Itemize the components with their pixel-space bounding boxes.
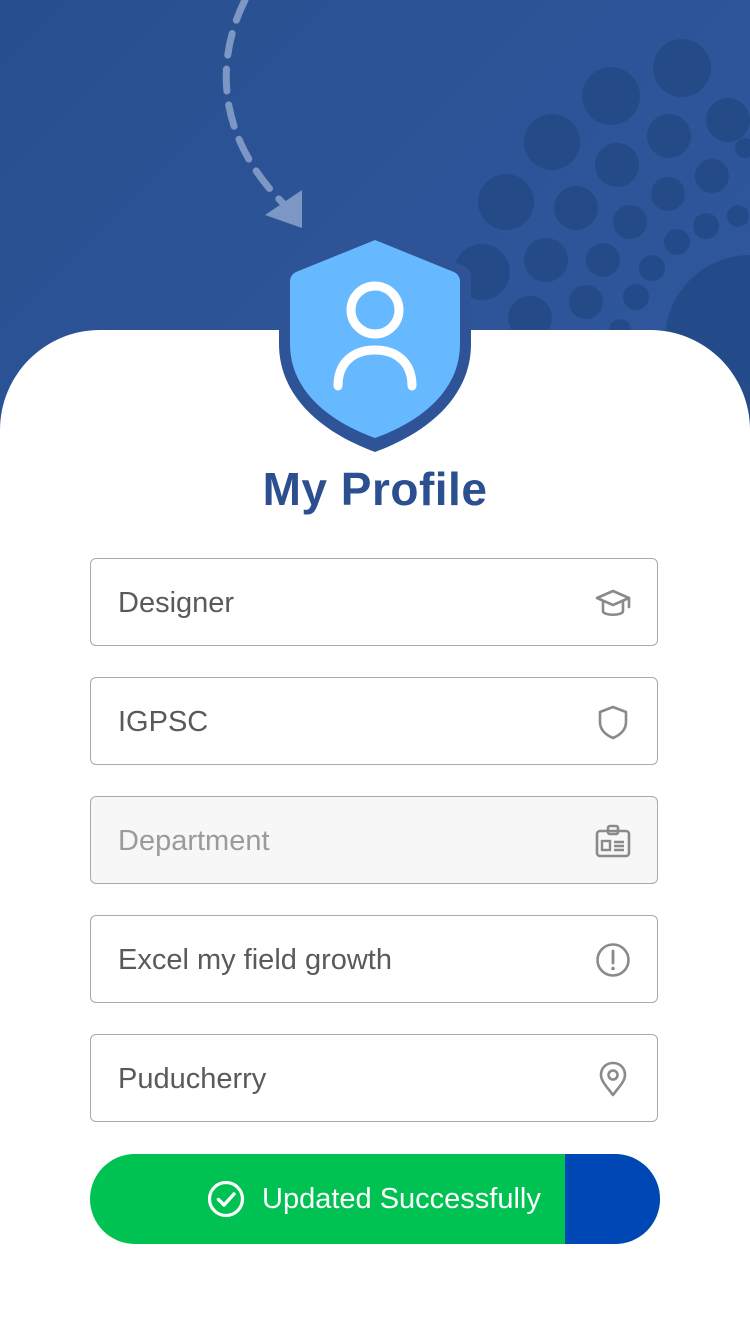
designation-field[interactable]: Designer	[90, 558, 658, 646]
graduation-cap-icon	[595, 585, 631, 621]
update-status-label: Updated Successfully	[262, 1183, 541, 1215]
profile-shield-icon	[274, 226, 476, 456]
alert-circle-icon	[595, 942, 631, 978]
location-value: Puducherry	[118, 1063, 267, 1095]
map-pin-icon	[595, 1061, 631, 1097]
shield-icon	[595, 704, 631, 740]
organization-value: IGPSC	[118, 706, 209, 738]
check-circle-icon	[207, 1180, 245, 1218]
goal-field[interactable]: Excel my field growth	[90, 915, 658, 1003]
location-field[interactable]: Puducherry	[90, 1034, 658, 1122]
update-status-button[interactable]: Updated Successfully	[90, 1154, 660, 1244]
designation-value: Designer	[118, 587, 235, 619]
button-accent-cap	[565, 1154, 660, 1244]
id-card-icon	[595, 823, 631, 859]
organization-field[interactable]: IGPSC	[90, 677, 658, 765]
goal-value: Excel my field growth	[118, 944, 392, 976]
department-placeholder: Department	[118, 825, 270, 857]
page-title: My Profile	[262, 463, 488, 515]
department-field[interactable]: Department	[90, 796, 658, 884]
